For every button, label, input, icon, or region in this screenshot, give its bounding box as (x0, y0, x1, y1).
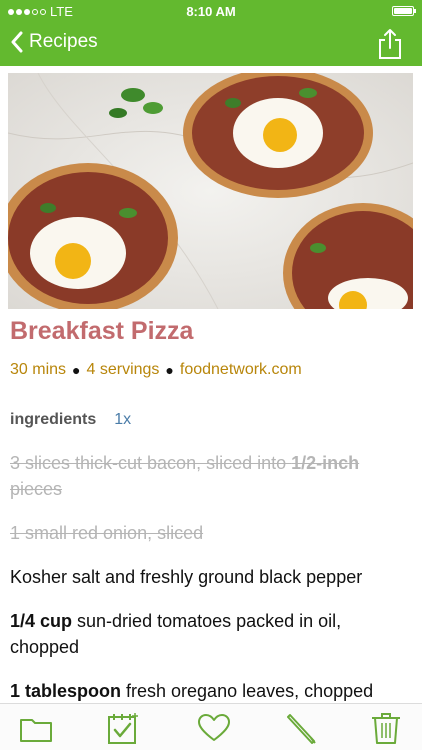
pizza-illustration (8, 73, 413, 309)
scale-button[interactable]: 1x (114, 411, 131, 429)
back-button[interactable]: Recipes (10, 31, 98, 53)
bullet-separator: ● (72, 362, 81, 378)
chevron-left-icon (11, 31, 23, 53)
recipe-source-link[interactable]: foodnetwork.com (180, 361, 302, 379)
recipe-meta: 30 mins ● 4 servings ● foodnetwork.com (10, 361, 302, 379)
ingredient-text: pieces (10, 479, 63, 499)
clock: 8:10 AM (186, 4, 236, 19)
folder-icon[interactable] (18, 712, 54, 744)
ingredient-quantity: 1 tablespoon (10, 681, 122, 701)
recipe-servings: 4 servings (86, 361, 160, 378)
recipe-photo (8, 73, 413, 309)
bottom-toolbar (0, 703, 422, 750)
ingredient-quantity: 1/2-inch (291, 453, 360, 473)
back-label: Recipes (29, 31, 98, 52)
ingredient-text: fresh oregano leaves, chopped (121, 681, 374, 701)
trash-icon[interactable] (368, 712, 404, 744)
ingredients-label: ingredients (10, 411, 97, 428)
status-bar: LTE 8:10 AM (0, 0, 422, 24)
ingredient-text: 1 small red onion, sliced (10, 523, 204, 543)
ingredient-item[interactable]: 1 small red onion, sliced (10, 520, 410, 546)
share-icon[interactable] (376, 28, 404, 60)
ingredient-text: Kosher salt and freshly ground black pep… (10, 567, 363, 587)
ingredients-header: ingredients 1x (10, 411, 131, 429)
ingredient-item[interactable]: Kosher salt and freshly ground black pep… (10, 564, 410, 590)
ingredient-quantity: 1/4 cup (10, 611, 73, 631)
pencil-icon[interactable] (284, 712, 320, 744)
bullet-separator: ● (165, 362, 174, 378)
heart-icon[interactable] (196, 712, 232, 744)
ingredient-item[interactable]: 3 slices thick-cut bacon, sliced into 1/… (10, 450, 410, 502)
navigation-bar: Recipes (0, 24, 422, 66)
ingredients-list: 3 slices thick-cut bacon, sliced into 1/… (10, 450, 410, 722)
ingredient-item[interactable]: 1 tablespoon fresh oregano leaves, chopp… (10, 678, 410, 704)
ingredient-text: 3 slices thick-cut bacon, sliced into (10, 453, 292, 473)
battery-icon (392, 6, 416, 16)
calendar-check-icon[interactable] (104, 712, 140, 744)
recipe-title: Breakfast Pizza (10, 317, 194, 345)
recipe-time: 30 mins (10, 361, 67, 378)
ingredient-item[interactable]: 1/4 cup sun-dried tomatoes packed in oil… (10, 608, 410, 660)
